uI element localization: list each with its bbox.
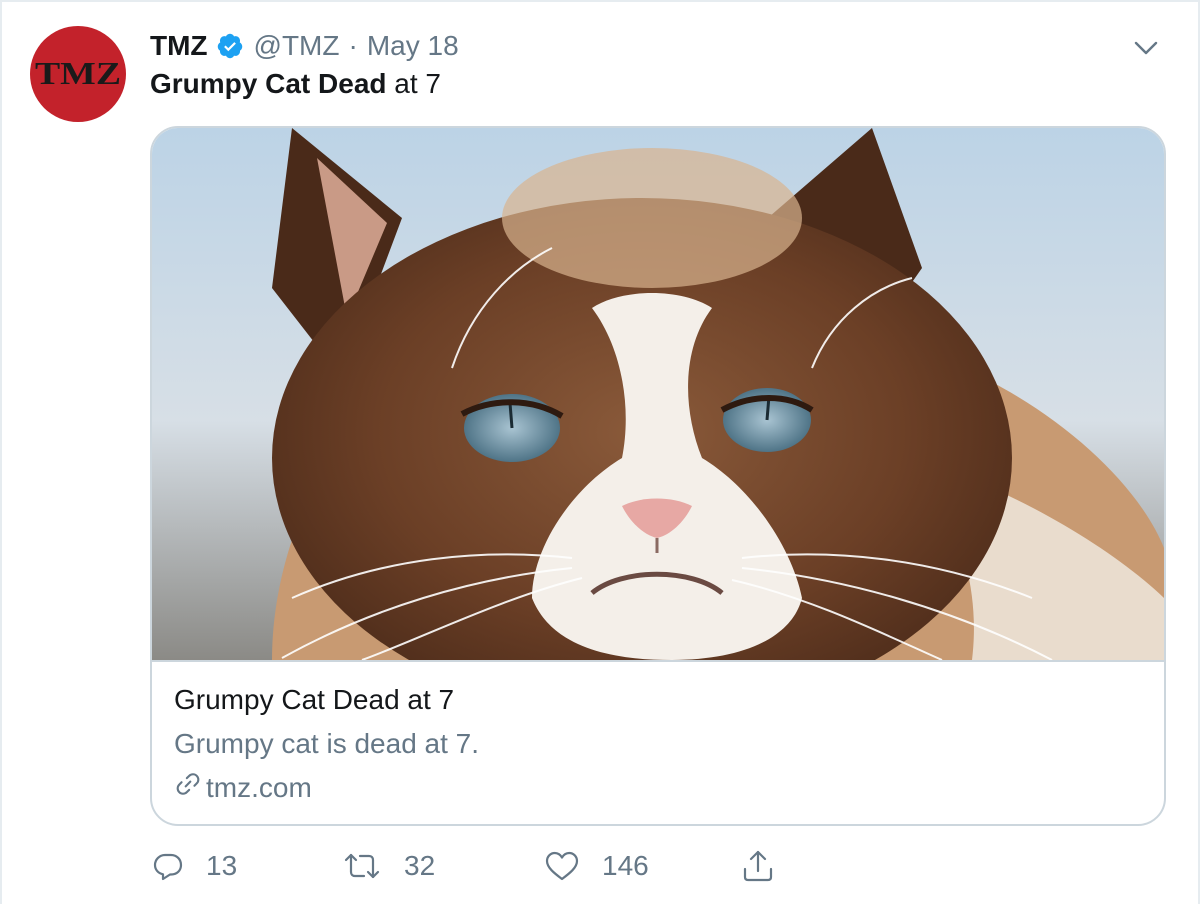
avatar[interactable]: TMZ	[30, 26, 126, 122]
retweet-count: 32	[404, 850, 436, 881]
author-handle[interactable]: @TMZ	[254, 30, 340, 62]
tweet-actions: 13 32 146	[152, 844, 852, 888]
link-icon	[174, 770, 206, 805]
chevron-down-icon[interactable]	[1130, 32, 1162, 64]
share-icon	[740, 848, 776, 884]
tweet-text: Grumpy Cat Dead at 7	[150, 68, 441, 100]
separator-dot: ·	[348, 30, 358, 61]
tweet-text-bold: Grumpy Cat Dead	[150, 68, 387, 99]
reply-icon	[152, 850, 184, 882]
verified-badge-icon	[216, 32, 244, 60]
like-count: 146	[602, 850, 649, 881]
reply-button[interactable]: 13	[152, 844, 237, 888]
reply-count: 13	[206, 850, 238, 881]
like-button[interactable]: 146	[544, 844, 649, 888]
card-domain-text: tmz.com	[206, 771, 312, 803]
tweet-date[interactable]: May 18	[367, 30, 459, 62]
heart-icon	[544, 850, 580, 882]
tweet-header: TMZ @TMZ · May 18	[150, 26, 459, 66]
tmz-logo: TMZ	[35, 55, 121, 91]
author-name[interactable]: TMZ	[150, 30, 208, 62]
avatar-logo-text: TMZ	[35, 55, 121, 91]
share-button[interactable]	[740, 844, 776, 888]
retweet-button[interactable]: 32	[342, 844, 435, 888]
card-image[interactable]	[152, 128, 1164, 718]
card-title[interactable]: Grumpy Cat Dead at 7	[174, 684, 454, 716]
tweet[interactable]: TMZ TMZ @TMZ · May 18 Grumpy Cat Dead at…	[0, 0, 1200, 904]
link-card[interactable]: Grumpy Cat Dead at 7 Grumpy cat is dead …	[150, 126, 1166, 826]
card-domain[interactable]: tmz.com	[174, 770, 312, 805]
grumpy-cat-photo	[152, 128, 1164, 718]
retweet-icon	[342, 850, 382, 882]
tweet-text-rest: at 7	[386, 68, 441, 99]
card-description: Grumpy cat is dead at 7.	[174, 728, 480, 759]
